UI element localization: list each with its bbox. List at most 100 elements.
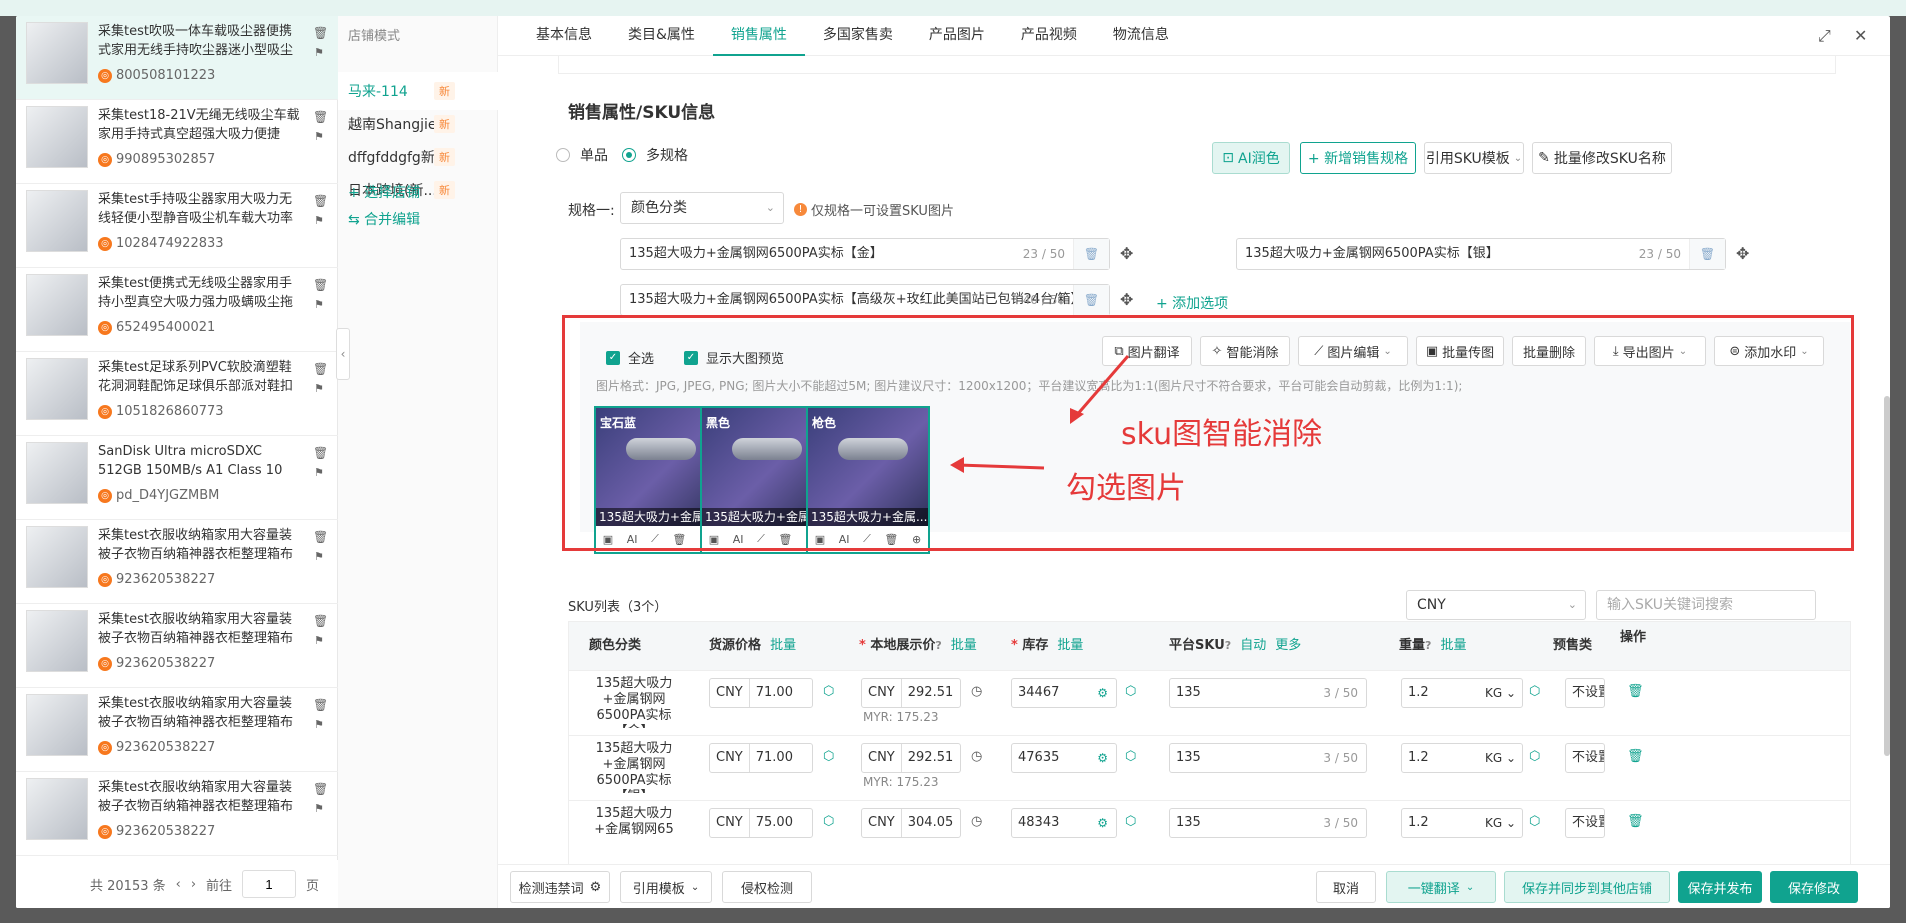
trash-icon[interactable]: 🗑 bbox=[1627, 684, 1644, 699]
product-list-item[interactable]: 采集test手持吸尘器家用大吸力无线轻便小型静音吸尘机车载大功率吸毛 ◎ 1028… bbox=[16, 184, 338, 268]
auto-link[interactable]: 自动 bbox=[1240, 638, 1266, 653]
add-spec-button[interactable]: + 新增销售规格 bbox=[1300, 142, 1416, 174]
product-list-item[interactable]: 采集test衣服收纳箱家用大容量装被子衣物百纳箱神器衣柜整理箱布艺... ◎ 92… bbox=[16, 772, 338, 856]
product-list-item[interactable]: 采集test便携式无线吸尘器家用手持小型真空大吸力强力吸螨吸尘拖地... ◎ 65… bbox=[16, 268, 338, 352]
more-link[interactable]: 更多 bbox=[1275, 638, 1301, 653]
product-list-item[interactable]: 采集test衣服收纳箱家用大容量装被子衣物百纳箱神器衣柜整理箱布艺... ◎ 92… bbox=[16, 604, 338, 688]
trash-icon[interactable]: 🗑 bbox=[313, 362, 328, 376]
source-price-input[interactable]: CNY 75.00 bbox=[709, 808, 813, 838]
close-icon[interactable]: ✕ bbox=[1854, 26, 1867, 45]
drag-handle-icon[interactable]: ✥ bbox=[1736, 244, 1749, 263]
scrollbar[interactable] bbox=[1884, 396, 1890, 756]
weight-input[interactable]: 1.2 KG ⌄ bbox=[1401, 678, 1523, 708]
gear-icon[interactable]: ⚙ bbox=[1097, 809, 1108, 837]
spec-option-input[interactable]: 135超大吸力+金属钢网6500PA实标【银】 23 / 50 🗑 bbox=[1236, 238, 1726, 270]
cube-icon[interactable]: ⬡ bbox=[1125, 814, 1136, 829]
cube-icon[interactable]: ⬡ bbox=[1125, 684, 1136, 699]
merge-edit-link[interactable]: ⇆ 合并编辑 bbox=[348, 209, 420, 229]
ai-polish-button[interactable]: ⊡ AI润色 bbox=[1212, 142, 1290, 174]
tab-0[interactable]: 基本信息 bbox=[518, 16, 610, 56]
platform-sku-input[interactable]: 135 3 / 50 bbox=[1169, 808, 1367, 838]
batch-link[interactable]: 批量 bbox=[951, 638, 977, 653]
flag-icon[interactable]: ⚑ bbox=[314, 802, 324, 815]
flag-icon[interactable]: ⚑ bbox=[314, 634, 324, 647]
trash-icon[interactable]: 🗑 bbox=[313, 614, 328, 628]
sku-search-input[interactable]: 输入SKU关键词搜索 bbox=[1596, 590, 1816, 620]
tab-3[interactable]: 多国家售卖 bbox=[805, 16, 911, 56]
product-list-item[interactable]: SanDisk Ultra microSDXC 512GB 150MB/s A1… bbox=[16, 436, 338, 520]
drag-handle-icon[interactable]: ✥ bbox=[1120, 290, 1133, 309]
infringement-check-button[interactable]: 侵权检测 bbox=[722, 871, 812, 903]
weight-unit[interactable]: KG ⌄ bbox=[1485, 744, 1516, 772]
weight-unit[interactable]: KG ⌄ bbox=[1485, 679, 1516, 707]
flag-icon[interactable]: ⚑ bbox=[314, 130, 324, 143]
gear-icon[interactable]: ⚙ bbox=[1097, 679, 1108, 707]
collapse-panel-handle[interactable]: ‹ bbox=[336, 328, 350, 380]
flag-icon[interactable]: ⚑ bbox=[314, 46, 324, 59]
batch-link[interactable]: 批量 bbox=[1440, 638, 1466, 653]
stock-input[interactable]: 34467 ⚙ bbox=[1011, 678, 1117, 708]
weight-unit[interactable]: KG ⌄ bbox=[1485, 809, 1516, 837]
trash-icon[interactable]: 🗑 bbox=[1073, 285, 1109, 315]
one-click-translate-dropdown[interactable]: 一键翻译 ⌄ bbox=[1386, 871, 1496, 903]
save-edit-button[interactable]: 保存修改 bbox=[1770, 871, 1858, 903]
batch-link[interactable]: 批量 bbox=[770, 638, 796, 653]
cube-icon[interactable]: ⬡ bbox=[1529, 684, 1540, 699]
trash-icon[interactable]: 🗑 bbox=[313, 278, 328, 292]
radio-multi[interactable]: 多规格 bbox=[622, 145, 688, 165]
clock-icon[interactable]: ◷ bbox=[971, 749, 982, 764]
save-publish-button[interactable]: 保存并发布 bbox=[1678, 871, 1762, 903]
product-list-item[interactable]: 采集test衣服收纳箱家用大容量装被子衣物百纳箱神器衣柜整理箱布艺... ◎ 92… bbox=[16, 520, 338, 604]
clock-icon[interactable]: ◷ bbox=[971, 814, 982, 829]
cube-icon[interactable]: ⬡ bbox=[823, 684, 834, 699]
clock-icon[interactable]: ◷ bbox=[971, 684, 982, 699]
presale-select[interactable]: 不设置 bbox=[1565, 808, 1605, 838]
currency-select[interactable]: CNY ⌄ bbox=[1406, 590, 1586, 620]
trash-icon[interactable]: 🗑 bbox=[1627, 814, 1644, 829]
product-list-item[interactable]: 采集test衣服收纳箱家用大容量装被子衣物百纳箱神器衣柜整理箱布艺... ◎ 92… bbox=[16, 688, 338, 772]
product-list-item[interactable]: 采集test吹吸一体车载吸尘器便携式家用无线手持吹尘器迷小型吸尘器 ◎ 80050… bbox=[16, 16, 338, 100]
trash-icon[interactable]: 🗑 bbox=[313, 446, 328, 460]
trash-icon[interactable]: 🗑 bbox=[1073, 239, 1109, 269]
stock-input[interactable]: 48343 ⚙ bbox=[1011, 808, 1117, 838]
check-forbidden-words-button[interactable]: 检测违禁词 ⚙ bbox=[510, 871, 610, 903]
batch-rename-button[interactable]: ✎ 批量修改SKU名称 bbox=[1532, 142, 1672, 174]
cube-icon[interactable]: ⬡ bbox=[823, 814, 834, 829]
flag-icon[interactable]: ⚑ bbox=[314, 718, 324, 731]
drag-handle-icon[interactable]: ✥ bbox=[1120, 244, 1133, 263]
cube-icon[interactable]: ⬡ bbox=[1529, 749, 1540, 764]
weight-input[interactable]: 1.2 KG ⌄ bbox=[1401, 743, 1523, 773]
trash-icon[interactable]: 🗑 bbox=[313, 110, 328, 124]
trash-icon[interactable]: 🗑 bbox=[313, 530, 328, 544]
sku-template-dropdown[interactable]: 引用SKU模板 ⌄ bbox=[1424, 142, 1524, 174]
save-sync-button[interactable]: 保存并同步到其他店铺 bbox=[1504, 871, 1670, 903]
trash-icon[interactable]: 🗑 bbox=[1689, 239, 1725, 269]
gear-icon[interactable]: ⚙ bbox=[1097, 744, 1108, 772]
flag-icon[interactable]: ⚑ bbox=[314, 550, 324, 563]
source-price-input[interactable]: CNY 71.00 bbox=[709, 743, 813, 773]
tab-6[interactable]: 物流信息 bbox=[1095, 16, 1187, 56]
prev-page-icon[interactable]: ‹ bbox=[176, 877, 181, 892]
weight-input[interactable]: 1.2 KG ⌄ bbox=[1401, 808, 1523, 838]
spec-select[interactable]: 颜色分类 ⌄ bbox=[620, 192, 784, 224]
trash-icon[interactable]: 🗑 bbox=[1627, 749, 1644, 764]
cube-icon[interactable]: ⬡ bbox=[1529, 814, 1540, 829]
source-price-input[interactable]: CNY 71.00 bbox=[709, 678, 813, 708]
product-list-item[interactable]: 采集test足球系列PVC软胶滴塑鞋花洞洞鞋配饰足球俱乐部派对鞋扣配件 ◎ 105… bbox=[16, 352, 338, 436]
batch-link[interactable]: 批量 bbox=[1057, 638, 1083, 653]
radio-single[interactable]: 单品 bbox=[556, 145, 608, 165]
trash-icon[interactable]: 🗑 bbox=[313, 698, 328, 712]
cube-icon[interactable]: ⬡ bbox=[823, 749, 834, 764]
page-input[interactable] bbox=[242, 870, 297, 898]
cancel-button[interactable]: 取消 bbox=[1316, 871, 1376, 903]
product-list-item[interactable]: 采集test18-21V无绳无线吸尘车载家用手持式真空超强大吸力便捷工... ◎… bbox=[16, 100, 338, 184]
tab-2[interactable]: 销售属性 bbox=[712, 16, 805, 56]
tab-4[interactable]: 产品图片 bbox=[911, 16, 1003, 56]
ref-template-dropdown[interactable]: 引用模板 ⌄ bbox=[620, 871, 712, 903]
flag-icon[interactable]: ⚑ bbox=[314, 382, 324, 395]
trash-icon[interactable]: 🗑 bbox=[313, 26, 328, 40]
cube-icon[interactable]: ⬡ bbox=[1125, 749, 1136, 764]
presale-select[interactable]: 不设置 bbox=[1565, 678, 1605, 708]
fullscreen-icon[interactable]: ⤢ bbox=[1818, 26, 1831, 46]
flag-icon[interactable]: ⚑ bbox=[314, 214, 324, 227]
